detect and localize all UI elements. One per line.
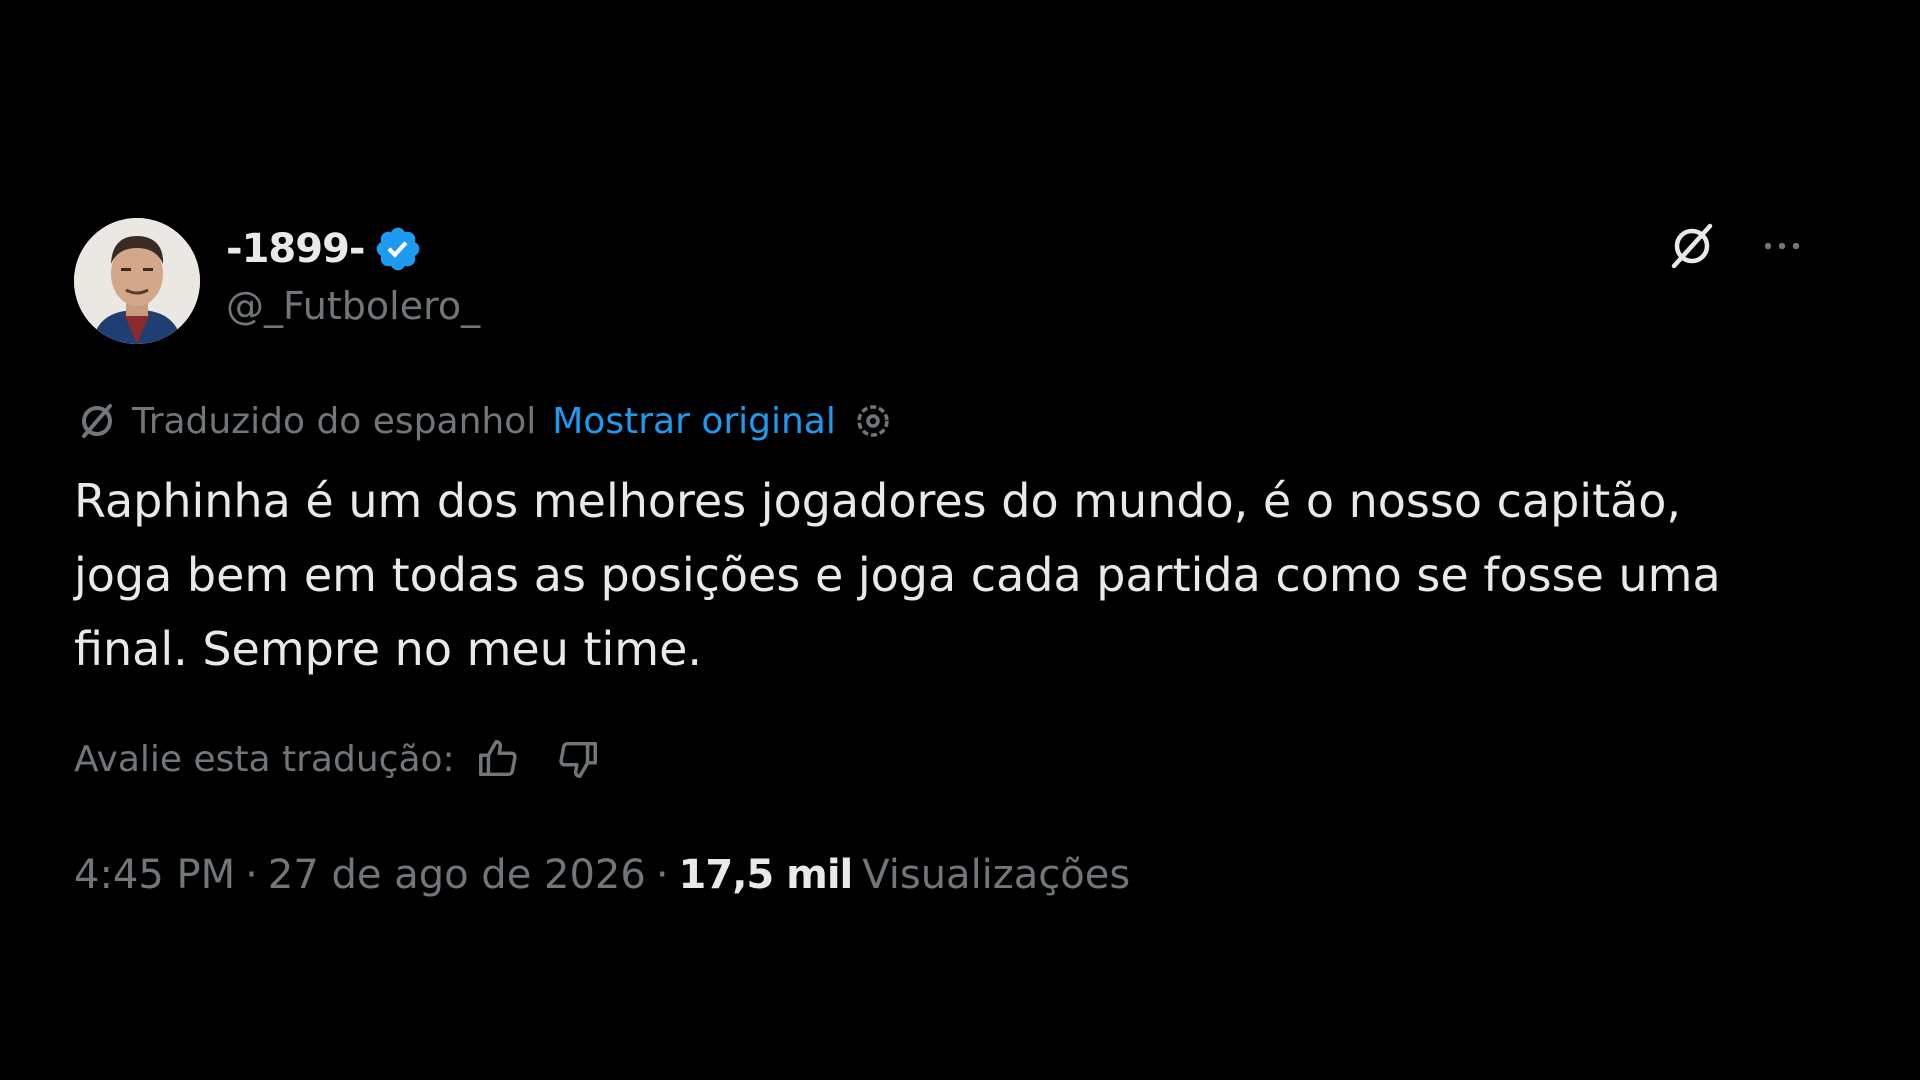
tweet-text-line: joga bem em todas as posições e joga cad… xyxy=(74,548,1721,602)
translated-from-label: Traduzido do espanhol xyxy=(132,400,537,442)
tweet-time[interactable]: 4:45 PM xyxy=(74,852,235,898)
tweet-date[interactable]: 27 de ago de 2026 xyxy=(268,852,646,898)
verified-badge-icon[interactable] xyxy=(373,224,423,274)
author-handle[interactable]: @_Futbolero_ xyxy=(226,284,480,328)
thumbs-down-icon[interactable] xyxy=(553,734,603,784)
more-icon[interactable] xyxy=(1756,220,1808,272)
tweet-top-actions xyxy=(1666,220,1808,272)
tweet-header: -1899- @_Futbolero_ xyxy=(74,212,1854,344)
tweet-text: Raphinha é um dos melhores jogadores do … xyxy=(74,464,1854,686)
translation-bar: Traduzido do espanhol Mostrar original xyxy=(74,398,896,444)
grok-icon[interactable] xyxy=(1666,220,1718,272)
author-names: -1899- @_Futbolero_ xyxy=(226,224,480,328)
meta-separator: · xyxy=(245,852,258,898)
settings-icon[interactable] xyxy=(850,398,896,444)
tweet-card: -1899- @_Futbolero_ xyxy=(74,212,1854,344)
avatar-image xyxy=(74,218,200,344)
translate-icon xyxy=(74,398,120,444)
show-original-link[interactable]: Mostrar original xyxy=(552,401,836,442)
views-count[interactable]: 17,5 mil xyxy=(679,852,854,898)
tweet-text-line: Raphinha é um dos melhores jogadores do … xyxy=(74,474,1682,528)
rate-translation-label: Avalie esta tradução: xyxy=(74,738,455,780)
tweet-text-line: final. Sempre no meu time. xyxy=(74,622,703,676)
avatar[interactable] xyxy=(74,218,200,344)
tweet-meta: 4:45 PM · 27 de ago de 2026 · 17,5 mil V… xyxy=(74,852,1130,898)
name-row: -1899- xyxy=(226,224,480,274)
author-display-name[interactable]: -1899- xyxy=(226,226,366,272)
rate-translation-row: Avalie esta tradução: xyxy=(74,734,603,784)
meta-separator: · xyxy=(655,852,669,898)
views-label: Visualizações xyxy=(862,852,1131,898)
thumbs-up-icon[interactable] xyxy=(473,734,523,784)
